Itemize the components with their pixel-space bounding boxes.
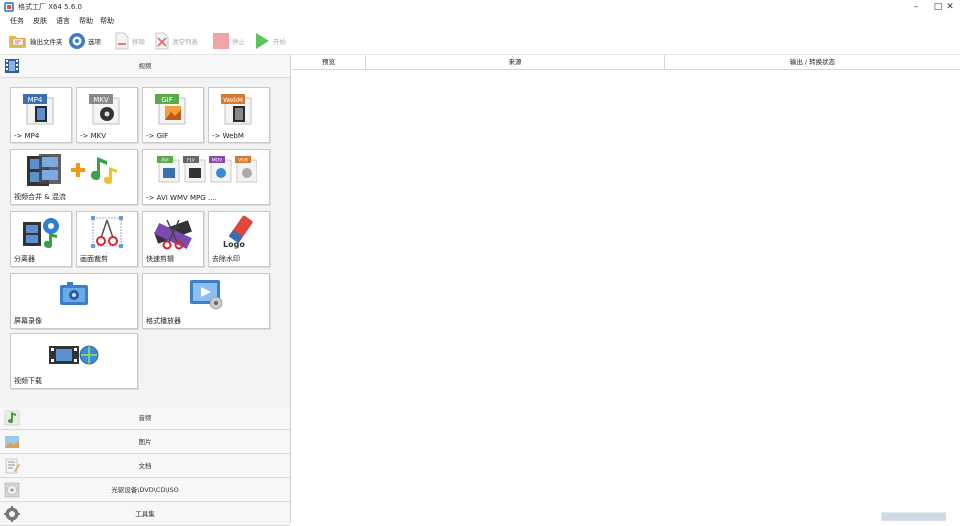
stop-button[interactable]: 停止 <box>212 31 245 51</box>
format-factory-app-icon <box>4 2 14 12</box>
menu-bar: 任务 皮肤 语言 帮助 帮助 <box>0 14 960 28</box>
tile-splitter[interactable]: 分离器 <box>10 211 72 267</box>
tile-screen-record-label: 屏幕录像 <box>14 317 42 325</box>
category-document-label: 文档 <box>138 462 152 470</box>
webm-badge-text: WebM <box>223 96 243 104</box>
splitter-icon <box>23 218 59 248</box>
remove-document-icon <box>115 32 129 50</box>
tile-to-avi-wmv-mpg-label: -> AVI WMV MPG .... <box>146 194 217 202</box>
close-button[interactable]: ✕ <box>940 0 960 14</box>
category-audio[interactable]: 音频 <box>0 407 290 430</box>
column-source[interactable]: 来源 <box>366 55 665 69</box>
tile-to-gif[interactable]: GIF -> GIF <box>142 87 204 143</box>
stop-square-icon <box>213 33 229 49</box>
multi-format-icons: AVI FLV MOV VOB <box>157 156 257 183</box>
tile-quick-clip[interactable]: 快速剪辑 <box>142 211 204 267</box>
start-button[interactable]: 开始 <box>253 31 286 51</box>
category-image-label: 图片 <box>138 438 152 446</box>
video-download-icon <box>49 345 99 365</box>
options-label: 选项 <box>88 38 101 46</box>
tile-quick-clip-label: 快速剪辑 <box>146 255 174 263</box>
tile-remove-watermark[interactable]: Logo 去除水印 <box>208 211 270 267</box>
mov-badge-text: MOV <box>212 158 223 164</box>
mkv-file-icon: MKV <box>89 94 120 125</box>
flv-badge-text: FLV <box>187 158 196 164</box>
options-button[interactable]: 选项 <box>68 31 101 51</box>
tile-screen-record[interactable]: 屏幕录像 <box>10 273 138 329</box>
window-title: 格式工厂 X64 5.6.0 <box>18 3 82 11</box>
category-video[interactable]: 视频 <box>0 55 290 78</box>
task-list-panel: 预览 来源 输出 / 转换状态 <box>292 55 960 523</box>
clear-list-label: 清空列表 <box>172 38 198 46</box>
clear-list-x-icon <box>155 32 169 50</box>
category-document[interactable]: 文档 <box>0 455 290 478</box>
category-tools-label: 工具集 <box>135 510 155 518</box>
menu-skin[interactable]: 皮肤 <box>33 15 47 27</box>
tile-video-download-label: 视频下载 <box>14 377 42 385</box>
mkv-badge-text: MKV <box>93 96 109 104</box>
category-disc-label: 光驱设备\DVD\CD\ISO <box>111 486 179 494</box>
menu-language[interactable]: 语言 <box>56 15 70 27</box>
options-gear-icon <box>69 33 85 49</box>
gif-badge-text: GIF <box>161 96 173 104</box>
column-output-status[interactable]: 输出 / 转换状态 <box>665 55 960 69</box>
eraser-logo-icon: Logo <box>223 215 253 249</box>
mp4-badge-text: MP4 <box>28 96 43 104</box>
corner-watermark: ████████████ <box>881 513 946 521</box>
output-folder-button[interactable]: 输出文件夹 <box>8 31 63 51</box>
tile-to-webm-label: -> WebM <box>212 132 244 140</box>
quick-clip-icon <box>154 219 192 250</box>
tile-to-mp4-label: -> MP4 <box>14 132 40 140</box>
tile-crop-label: 画面裁剪 <box>80 255 108 263</box>
tile-to-webm[interactable]: WebM -> WebM <box>208 87 270 143</box>
player-screen-icon <box>190 280 223 310</box>
tile-to-mkv-label: -> MKV <box>80 132 107 140</box>
tile-splitter-label: 分离器 <box>14 255 35 263</box>
column-preview[interactable]: 预览 <box>292 55 366 69</box>
webm-file-icon: WebM <box>221 94 252 125</box>
tile-video-download[interactable]: 视频下载 <box>10 333 138 389</box>
menu-help[interactable]: 帮助 <box>79 15 93 27</box>
crop-scissors-icon <box>91 216 123 248</box>
start-play-icon <box>256 33 269 49</box>
logo-watermark-text: Logo <box>223 240 245 249</box>
category-audio-label: 音频 <box>138 414 152 422</box>
clear-list-button[interactable]: 清空列表 <box>154 31 198 51</box>
tile-video-merge[interactable]: 视频合并 & 混流 <box>10 149 138 205</box>
category-image[interactable]: 图片 <box>0 431 290 454</box>
minimize-button[interactable]: – <box>906 0 926 14</box>
gif-file-icon: GIF <box>155 94 186 125</box>
menu-help-2[interactable]: 帮助 <box>100 15 114 27</box>
task-list-header: 预览 来源 输出 / 转换状态 <box>292 55 960 70</box>
left-panel: 视频 MP4 -> MP4 MKV -> MKV GIF -> GIF WebM… <box>0 55 291 526</box>
stop-label: 停止 <box>232 38 245 46</box>
vob-badge-text: VOB <box>238 158 248 164</box>
folder-icon <box>9 36 26 48</box>
menu-task[interactable]: 任务 <box>10 15 24 27</box>
category-video-label: 视频 <box>138 62 152 70</box>
avi-badge-text: AVI <box>161 158 168 164</box>
tile-to-mkv[interactable]: MKV -> MKV <box>76 87 138 143</box>
tile-to-gif-label: -> GIF <box>146 132 169 140</box>
tile-to-mp4[interactable]: MP4 -> MP4 <box>10 87 72 143</box>
mp4-file-icon: MP4 <box>23 94 54 125</box>
toolbar: 输出文件夹 选项 移除 清空列表 停止 开始 <box>0 28 960 55</box>
tile-video-merge-label: 视频合并 & 混流 <box>14 193 66 201</box>
remove-label: 移除 <box>132 38 145 46</box>
remove-button[interactable]: 移除 <box>114 31 145 51</box>
tile-format-player[interactable]: 格式播放器 <box>142 273 270 329</box>
output-folder-label: 输出文件夹 <box>30 38 63 46</box>
screen-record-camera-icon <box>60 282 88 305</box>
merge-film-music-icon <box>27 154 117 186</box>
start-label: 开始 <box>273 38 286 46</box>
tile-crop[interactable]: 画面裁剪 <box>76 211 138 267</box>
tile-to-avi-wmv-mpg[interactable]: AVI FLV MOV VOB -> AVI WMV MPG .... <box>142 149 270 205</box>
title-bar: 格式工厂 X64 5.6.0 – □ ✕ <box>0 0 960 14</box>
tile-format-player-label: 格式播放器 <box>146 317 181 325</box>
category-disc[interactable]: 光驱设备\DVD\CD\ISO <box>0 479 290 502</box>
tile-remove-watermark-label: 去除水印 <box>212 255 240 263</box>
